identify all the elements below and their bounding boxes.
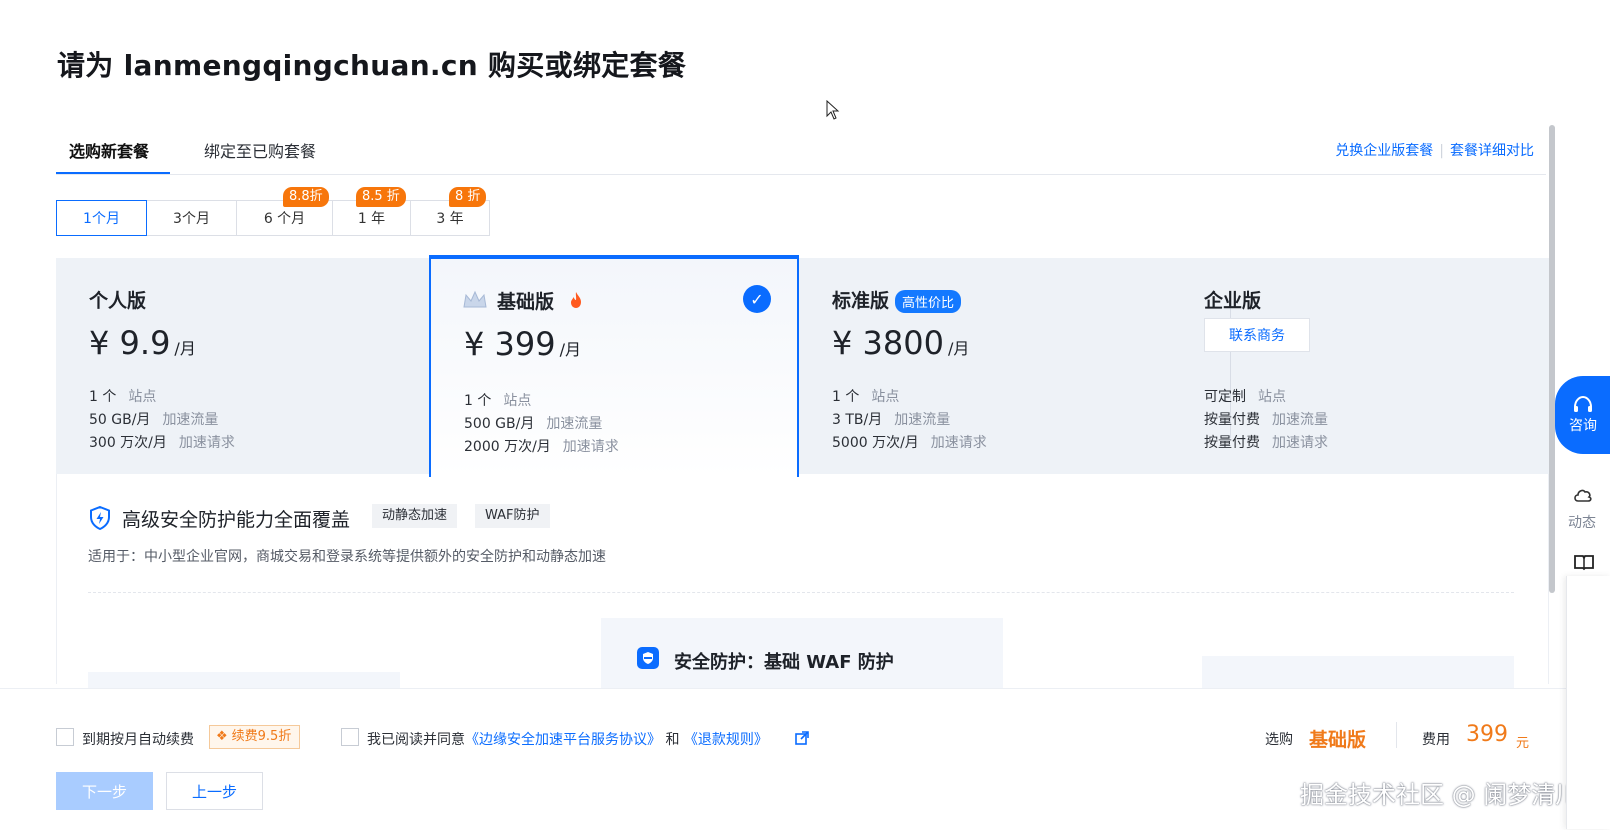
security-icon: [637, 647, 659, 669]
plan-price: ¥ 399/月: [464, 325, 582, 363]
plan-feature-requests: 5000 万次/月 加速请求: [832, 435, 987, 451]
plan-feature-traffic: 50 GB/月 加速流量: [89, 412, 219, 428]
feature-title: 高级安全防护能力全面覆盖: [122, 509, 351, 531]
cursor-icon: [826, 100, 840, 120]
plan-feature-sites: 可定制 站点: [1204, 389, 1286, 405]
previous-step-button[interactable]: 上一步: [166, 772, 263, 810]
discount-badge-6-months: 8.8折: [283, 187, 329, 207]
tab-bind-plan[interactable]: 绑定至已购套餐: [204, 138, 316, 162]
refund-rules-link[interactable]: 《退款规则》: [684, 732, 768, 748]
agreement-checkbox[interactable]: [341, 728, 359, 746]
plan-name: 基础版: [497, 291, 555, 313]
discount-badge-1-year: 8.5 折: [356, 187, 406, 207]
fee-unit: 元: [1516, 736, 1530, 751]
plan-name: 个人版: [89, 290, 147, 312]
top-links: 兑换企业版套餐 | 套餐详细对比: [1335, 140, 1534, 160]
plan-card-personal[interactable]: 个人版 ¥ 9.9/月 1 个站点 50 GB/月 加速流量 300 万次/月 加速…: [56, 258, 429, 474]
link-separator: |: [1439, 143, 1444, 159]
book-icon[interactable]: [1573, 553, 1595, 571]
crown-icon: [463, 290, 487, 308]
plan-price: ¥ 9.9/月: [89, 324, 196, 362]
plan-feature-sites: 1 个站点: [464, 393, 532, 409]
plan-feature-sites: 1 个站点: [89, 389, 157, 405]
side-panel: [1566, 576, 1610, 829]
activity-label[interactable]: 动态: [1568, 512, 1596, 532]
value-badge: 高性价比: [895, 290, 962, 313]
shield-icon: [90, 506, 110, 530]
contact-sales-button[interactable]: 联系商务: [1204, 318, 1310, 352]
leaf-icon: ❖: [216, 729, 228, 744]
plan-card-enterprise[interactable]: 企业版 联系商务 可定制 站点 按量付费 加速流量 按量付费 加速请求: [1171, 258, 1541, 474]
tab-new-plan[interactable]: 选购新套餐: [69, 138, 149, 162]
discount-badge-3-years: 8 折: [449, 187, 487, 207]
feature-tag: 动静态加速: [372, 504, 458, 528]
duration-3-months[interactable]: 3个月: [146, 200, 237, 236]
footer-divider: [1396, 722, 1397, 748]
renew-discount-tag: ❖ 续费9.5折: [209, 725, 301, 749]
selected-plan-name: 基础版: [1309, 729, 1367, 751]
external-link-icon[interactable]: [795, 731, 809, 745]
agreement-text: 我已阅读并同意《边缘安全加速平台服务协议》 和 《退款规则》: [367, 732, 768, 748]
redeem-enterprise-link[interactable]: 兑换企业版套餐: [1335, 143, 1433, 159]
plan-feature-requests: 2000 万次/月 加速请求: [464, 439, 619, 455]
duration-1-month[interactable]: 1个月: [56, 200, 147, 236]
watermark: 掘金技术社区 @ 阑梦清川: [1300, 781, 1580, 809]
plan-cards: 个人版 ¥ 9.9/月 1 个站点 50 GB/月 加速流量 300 万次/月 加速…: [56, 255, 1549, 477]
plan-name: 企业版: [1204, 290, 1262, 312]
selected-plan-label: 选购: [1265, 732, 1293, 748]
security-card-title: 安全防护：基础 WAF 防护: [674, 652, 894, 673]
feature-card-left: [88, 672, 400, 688]
section-divider: [88, 592, 1514, 593]
plan-feature-sites: 1 个站点: [832, 389, 900, 405]
headset-icon: [1574, 395, 1592, 412]
feature-description: 适用于：中小型企业官网，商城交易和登录系统等提供额外的安全防护和动静态加速: [88, 549, 606, 565]
plan-feature-traffic: 按量付费 加速流量: [1204, 412, 1328, 428]
feature-tag: WAF防护: [475, 504, 550, 528]
next-step-button[interactable]: 下一步: [56, 772, 153, 810]
selected-check-icon: ✓: [743, 285, 771, 313]
active-tab-indicator: [56, 172, 170, 174]
consult-button[interactable]: 咨询: [1555, 376, 1610, 454]
page-title: 请为 lanmengqingchuan.cn 购买或绑定套餐: [57, 49, 687, 82]
compare-plans-link[interactable]: 套餐详细对比: [1450, 143, 1534, 159]
auto-renew-checkbox[interactable]: [56, 728, 74, 746]
scrollbar[interactable]: [1549, 125, 1555, 593]
plan-name: 标准版 高性价比: [832, 286, 962, 313]
plan-feature-requests: 300 万次/月 加速请求: [89, 435, 235, 451]
plan-price: ¥ 3800/月: [832, 324, 970, 362]
plan-feature-traffic: 3 TB/月 加速流量: [832, 412, 951, 428]
auto-renew-label: 到期按月自动续费: [82, 732, 194, 748]
hot-flame-icon: [571, 292, 581, 308]
plan-tabs: 选购新套餐 绑定至已购套餐 兑换企业版套餐 | 套餐详细对比: [56, 128, 1546, 175]
plan-card-basic[interactable]: 基础版 ✓ ¥ 399/月 1 个站点 500 GB/月 加速流量 2000 万次…: [429, 255, 799, 477]
plan-feature-traffic: 500 GB/月 加速流量: [464, 416, 603, 432]
cloud-icon[interactable]: [1572, 486, 1594, 504]
plan-feature-requests: 按量付费 加速请求: [1204, 435, 1328, 451]
consult-label: 咨询: [1569, 418, 1597, 434]
plan-card-standard[interactable]: 标准版 高性价比 ¥ 3800/月 1 个站点 3 TB/月 加速流量 5000 万…: [799, 258, 1199, 474]
fee-label: 费用: [1422, 732, 1450, 748]
feature-card-right: [1202, 656, 1514, 688]
service-agreement-link[interactable]: 《边缘安全加速平台服务协议》: [465, 732, 661, 748]
fee-amount: 399: [1466, 722, 1508, 747]
